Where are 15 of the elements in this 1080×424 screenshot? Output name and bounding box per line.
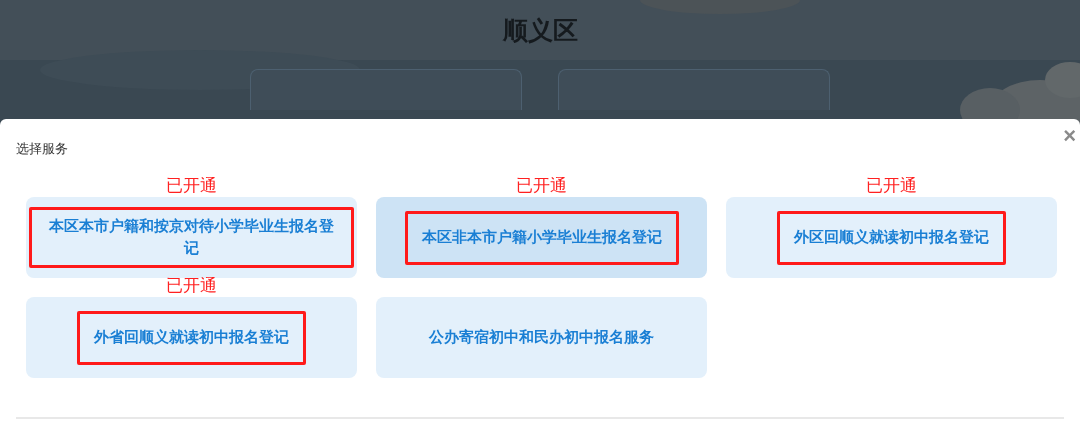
service-label: 本区非本市户籍小学毕业生报名登记 [421, 226, 662, 248]
close-button[interactable]: × [1063, 125, 1076, 147]
page-title: 顺义区 [502, 15, 578, 47]
service-label: 外区回顺义就读初中报名登记 [794, 226, 989, 248]
service-label: 公办寄宿初中和民办初中报名服务 [429, 326, 654, 348]
category-card[interactable] [250, 69, 522, 110]
category-card[interactable] [558, 69, 830, 110]
service-label: 外省回顺义就读初中报名登记 [94, 326, 289, 348]
annotation-label: 已开通 [515, 177, 568, 194]
annotation-label: 已开通 [865, 177, 918, 194]
annotation-label: 已开通 [165, 177, 218, 194]
service-card[interactable]: 公办寄宿初中和民办初中报名服务 [376, 297, 707, 378]
annotation-label: 已开通 [165, 277, 218, 294]
dialog-title: 选择服务 [16, 140, 68, 158]
service-label: 本区本市户籍和按京对待小学毕业生报名登记 [48, 215, 335, 259]
